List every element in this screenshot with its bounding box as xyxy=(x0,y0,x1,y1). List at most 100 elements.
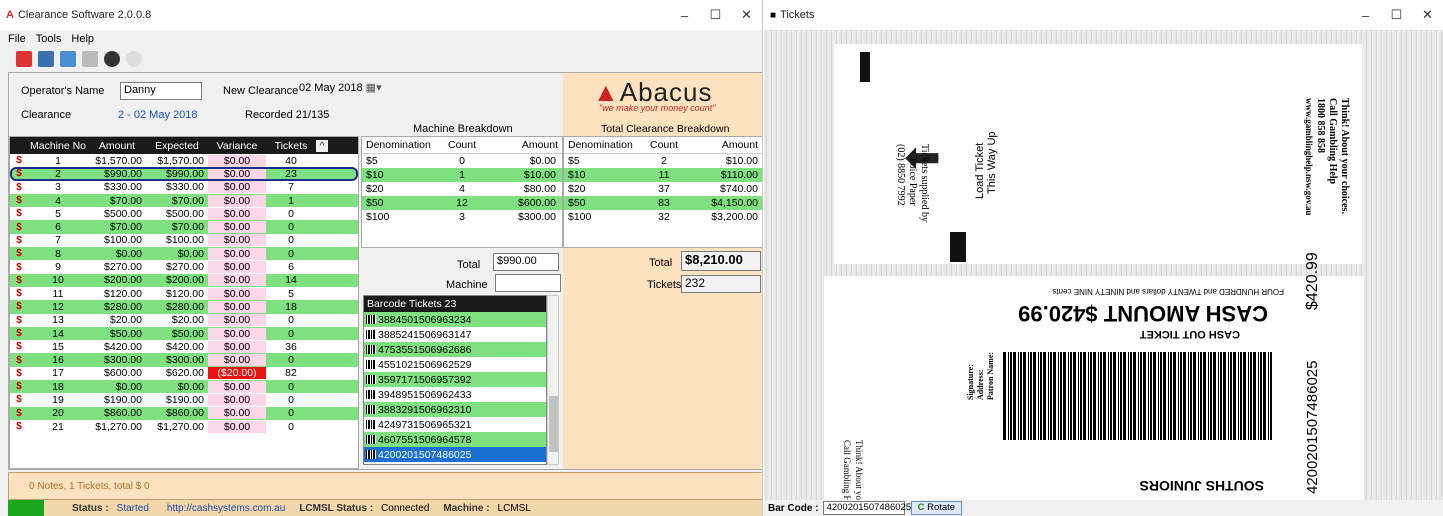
tickets-maximize-button[interactable]: ☐ xyxy=(1381,0,1412,30)
maximize-button[interactable]: ☐ xyxy=(700,0,731,30)
table-row[interactable]: $20 $860.00 $860.00 $0.00 0 xyxy=(10,406,358,420)
table-row[interactable]: $13 $20.00 $20.00 $0.00 0 xyxy=(10,314,358,327)
barcode-item[interactable]: 4200201507486025 xyxy=(364,447,546,462)
table-row[interactable]: $9 $270.00 $270.00 $0.00 6 xyxy=(10,260,358,274)
mb-col-count[interactable]: Count xyxy=(432,139,492,151)
barcode-text: 3883291506962310 xyxy=(378,403,472,416)
table-row[interactable]: $1 $1,570.00 $1,570.00 $0.00 40 xyxy=(10,154,358,167)
table-row[interactable]: $8 $0.00 $0.00 $0.00 0 xyxy=(10,247,358,261)
new-clearance-date[interactable]: 02 May 2018 ▦▾ xyxy=(296,81,394,99)
table-row[interactable]: $14 $50.00 $50.00 $0.00 0 xyxy=(10,326,358,341)
barcode-item[interactable]: 3883291506962310 xyxy=(364,402,546,417)
rotate-button[interactable]: C Rotate xyxy=(910,501,963,515)
cell: $10 xyxy=(568,169,586,181)
breakdown-row[interactable]: $50 12 $600.00 xyxy=(362,196,562,210)
barcode-item[interactable]: 4753551506962686 xyxy=(364,342,546,357)
delete-icon[interactable] xyxy=(82,51,98,67)
breakdown-row[interactable]: $50 83 $4,150.00 xyxy=(564,196,762,210)
breakdown-row[interactable]: $10 1 $10.00 xyxy=(362,168,562,182)
table-row[interactable]: $12 $280.00 $280.00 $0.00 18 xyxy=(10,300,358,314)
ticket-number-text: 4200201507486025 xyxy=(1304,360,1321,494)
calendar-dropdown-icon[interactable]: ▦▾ xyxy=(366,82,382,94)
menu-help[interactable]: Help xyxy=(71,33,94,45)
breakdown-row[interactable]: $5 0 $0.00 xyxy=(362,154,562,168)
close-button[interactable]: ✕ xyxy=(731,0,762,30)
cell: $0.00 xyxy=(208,340,266,353)
dollar-icon: $ xyxy=(16,181,22,193)
menu-tools[interactable]: Tools xyxy=(36,33,62,45)
mb-col-denomination[interactable]: Denomination xyxy=(362,139,432,151)
total-breakdown-grid[interactable]: Denomination Count Amount $5 2 $10.00 $10 11… xyxy=(563,136,762,248)
print-icon[interactable] xyxy=(38,51,54,67)
upload-icon[interactable] xyxy=(60,51,76,67)
cell: $200.00 xyxy=(166,274,204,287)
col-expected[interactable]: Expected xyxy=(146,140,208,152)
machine-input[interactable] xyxy=(495,274,561,292)
table-row[interactable]: $19 $190.00 $190.00 $0.00 0 xyxy=(10,393,358,406)
table-row[interactable]: $15 $420.00 $420.00 $0.00 36 xyxy=(10,340,358,353)
barcode-item[interactable]: 3948951506962433 xyxy=(364,387,546,402)
cell: 2 xyxy=(55,167,61,180)
dollar-icon: $ xyxy=(16,328,22,339)
col-tickets[interactable]: Tickets xyxy=(266,140,316,152)
website-link[interactable]: http://cashsystems.com.au xyxy=(167,503,285,514)
table-row[interactable]: $3 $330.00 $330.00 $0.00 7 xyxy=(10,181,358,194)
machine-breakdown-grid[interactable]: Denomination Count Amount $5 0 $0.00 $10 1 $1… xyxy=(361,136,563,248)
barcode-item[interactable]: 4607551506964578 xyxy=(364,432,546,447)
col-amount[interactable]: Amount xyxy=(88,140,146,152)
table-row[interactable]: $2 $990.00 $990.00 $0.00 23 xyxy=(10,167,358,181)
cell: $70.00 xyxy=(171,221,204,234)
operator-input[interactable]: Danny xyxy=(120,82,202,100)
breakdown-row[interactable]: $5 2 $10.00 xyxy=(564,154,762,168)
barcode-item[interactable]: 3884501506963234 xyxy=(364,312,546,327)
breakdown-row[interactable]: $20 4 $80.00 xyxy=(362,182,562,196)
mb-col-amount[interactable]: Amount xyxy=(492,139,562,151)
barcode-input[interactable]: 4200201507486025 xyxy=(822,501,911,515)
tickets-minimize-button[interactable]: – xyxy=(1350,0,1381,30)
table-row[interactable]: $21 $1,270.00 $1,270.00 $0.00 0 xyxy=(10,420,358,433)
table-row[interactable]: $18 $0.00 $0.00 $0.00 0 xyxy=(10,380,358,394)
cell: $500.00 xyxy=(166,207,204,220)
table-row[interactable]: $10 $200.00 $200.00 $0.00 14 xyxy=(10,273,358,287)
breakdown-row[interactable]: $100 3 $300.00 xyxy=(362,210,562,224)
cell: $20.00 xyxy=(109,314,142,327)
table-row[interactable]: $16 $300.00 $300.00 $0.00 0 xyxy=(10,353,358,367)
cell: $0.00 xyxy=(208,261,266,274)
toolbar xyxy=(0,47,762,71)
tb-col-denomination[interactable]: Denomination xyxy=(564,139,634,151)
z-icon[interactable] xyxy=(104,51,120,67)
barcode-item[interactable]: 3597171506957392 xyxy=(364,372,546,387)
breakdown-row[interactable]: $10 11 $110.00 xyxy=(564,168,762,182)
barcode-text: 4607551506964578 xyxy=(378,433,472,446)
breakdown-row[interactable]: $100 32 $3,200.00 xyxy=(564,210,762,224)
table-row[interactable]: $6 $70.00 $70.00 $0.00 0 xyxy=(10,220,358,234)
tb-col-count[interactable]: Count xyxy=(634,139,694,151)
minimize-button[interactable]: – xyxy=(669,0,700,30)
menu-file[interactable]: File xyxy=(8,33,26,45)
cell: 82 xyxy=(285,367,297,380)
table-row[interactable]: $5 $500.00 $500.00 $0.00 0 xyxy=(10,207,358,220)
barcode-item[interactable]: 4551021506962529 xyxy=(364,357,546,372)
disabled-icon[interactable] xyxy=(126,51,142,67)
barcode-scrollbar[interactable] xyxy=(547,295,559,465)
cell: 14 xyxy=(285,274,297,287)
machine-breakdown-title: Machine Breakdown xyxy=(413,123,513,135)
barcode-item[interactable]: 3885241506963147 xyxy=(364,327,546,342)
table-row[interactable]: $17 $600.00 $620.00 ($20.00) 82 xyxy=(10,367,358,380)
col-machine-no[interactable]: Machine No xyxy=(28,140,88,152)
cell: 19 xyxy=(52,393,64,406)
table-row[interactable]: $7 $100.00 $100.00 $0.00 0 xyxy=(10,234,358,247)
export-icon[interactable] xyxy=(16,51,32,67)
breakdown-row[interactable]: $20 37 $740.00 xyxy=(564,182,762,196)
scroll-up-icon[interactable]: ^ xyxy=(316,139,328,152)
table-row[interactable]: $11 $120.00 $120.00 $0.00 5 xyxy=(10,287,358,300)
cell: $0.00 xyxy=(115,380,142,393)
tb-col-amount[interactable]: Amount xyxy=(694,139,762,151)
col-variance[interactable]: Variance xyxy=(208,140,266,152)
tickets-close-button[interactable]: ✕ xyxy=(1412,0,1443,30)
barcode-list[interactable]: Barcode Tickets 23 3884501506963234 38852… xyxy=(363,295,547,465)
machine-status-value: LCMSL xyxy=(497,502,531,514)
table-row[interactable]: $4 $70.00 $70.00 $0.00 1 xyxy=(10,193,358,208)
barcode-item[interactable]: 4249731506965321 xyxy=(364,417,546,432)
machines-grid[interactable]: Machine No Amount Expected Variance Tick… xyxy=(9,136,359,469)
